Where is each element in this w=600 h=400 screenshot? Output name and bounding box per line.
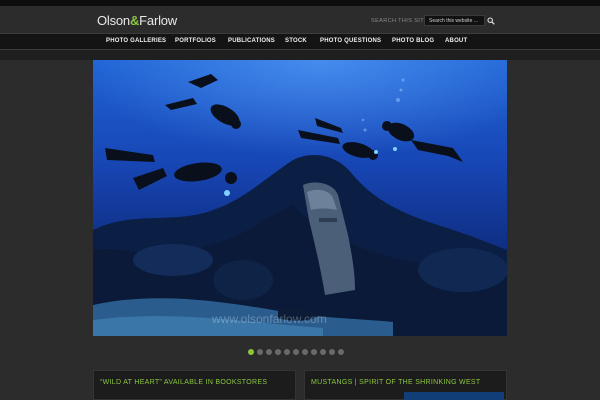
hero-slideshow-image[interactable]	[93, 60, 507, 336]
nav-divider	[0, 50, 600, 60]
logo-text-left: Olson	[97, 13, 130, 28]
photo-watermark: www.olsonfarlow.com	[212, 312, 327, 326]
slide-dot-11[interactable]	[338, 349, 344, 355]
underwater-divers-photo	[93, 60, 507, 336]
slide-dot-4[interactable]	[275, 349, 281, 355]
site-logo[interactable]: Olson&Farlow	[97, 13, 177, 28]
featured-panel-book: “WILD AT HEART” AVAILABLE IN BOOKSTORES	[93, 370, 296, 400]
featured-panel-mustangs: MUSTANGS | SPIRIT OF THE SHRINKING WEST	[304, 370, 507, 400]
search-button[interactable]	[486, 15, 496, 26]
panel-title[interactable]: “WILD AT HEART” AVAILABLE IN BOOKSTORES	[100, 379, 267, 386]
slide-dot-7[interactable]	[302, 349, 308, 355]
nav-item-portfolios[interactable]: PORTFOLIOS	[175, 38, 216, 44]
search-label: SEARCH THIS SITE	[371, 18, 429, 24]
slide-dot-9[interactable]	[320, 349, 326, 355]
nav-item-photo-blog[interactable]: PHOTO BLOG	[392, 38, 434, 44]
nav-item-stock[interactable]: STOCK	[285, 38, 307, 44]
slide-dot-3[interactable]	[266, 349, 272, 355]
nav-item-photo-galleries[interactable]: PHOTO GALLERIES	[106, 38, 166, 44]
panel-thumbnail-image[interactable]	[404, 392, 504, 400]
main-nav: PHOTO GALLERIES PORTFOLIOS PUBLICATIONS …	[0, 33, 600, 50]
nav-item-about[interactable]: ABOUT	[445, 38, 467, 44]
search-input[interactable]	[424, 15, 485, 26]
logo-ampersand: &	[129, 13, 140, 28]
slide-dot-1[interactable]	[248, 349, 254, 355]
slide-dot-8[interactable]	[311, 349, 317, 355]
slide-dot-2[interactable]	[257, 349, 263, 355]
slide-dot-5[interactable]	[284, 349, 290, 355]
slide-dot-6[interactable]	[293, 349, 299, 355]
panel-title[interactable]: MUSTANGS | SPIRIT OF THE SHRINKING WEST	[311, 379, 480, 386]
site-header: Olson&Farlow SEARCH THIS SITE	[0, 6, 600, 33]
search-icon	[487, 16, 495, 25]
nav-item-publications[interactable]: PUBLICATIONS	[228, 38, 275, 44]
nav-item-photo-questions[interactable]: PHOTO QUESTIONS	[320, 38, 381, 44]
slide-dot-10[interactable]	[329, 349, 335, 355]
logo-text-right: Farlow	[139, 13, 177, 28]
